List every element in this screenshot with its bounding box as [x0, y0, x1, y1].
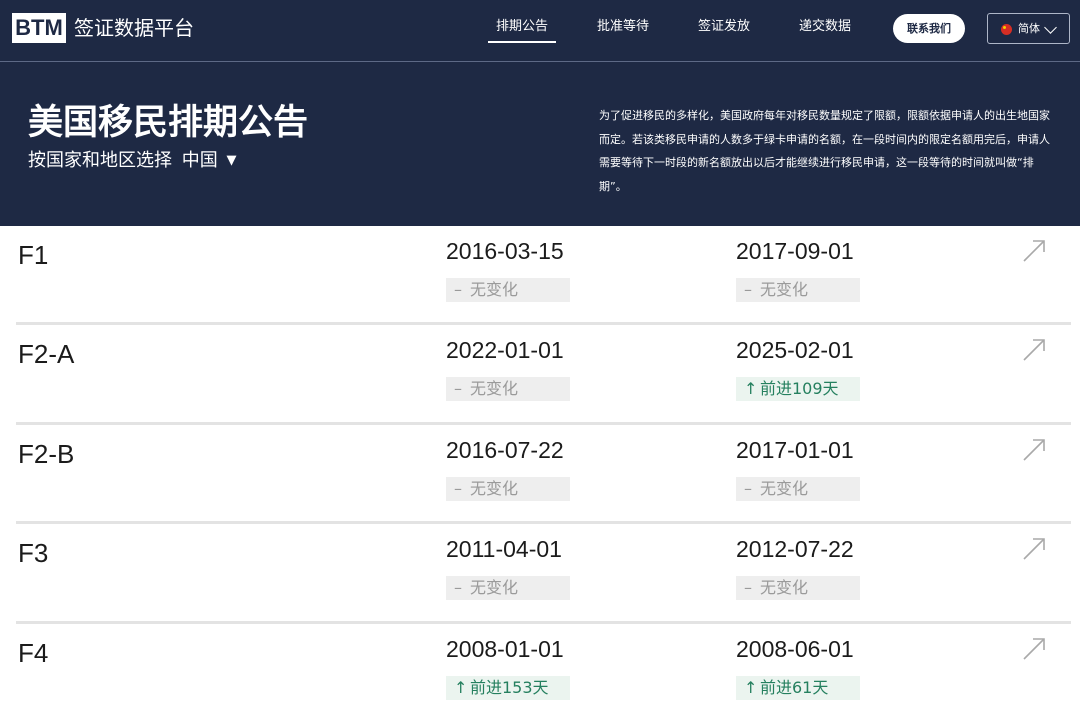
change-label: 无变化: [470, 478, 519, 498]
region-prompt: 按国家和地区选择: [28, 150, 172, 171]
final-action-change-badge: – 无变化: [446, 278, 570, 302]
arrow-up-right-icon[interactable]: [1020, 237, 1048, 265]
final-action-change-badge: – 无变化: [446, 377, 570, 402]
change-label: 前进61天: [760, 677, 829, 697]
region-value[interactable]: 中国: [182, 150, 218, 171]
chevron-down-icon: [1044, 21, 1057, 34]
change-label: 无变化: [470, 578, 519, 598]
change-label: 无变化: [760, 578, 809, 598]
arrow-up-right-icon[interactable]: [1020, 336, 1048, 364]
contact-us-button[interactable]: 联系我们: [893, 14, 965, 43]
table-row[interactable]: F1 2016-03-15– 无变化 2017-09-01– 无变化: [0, 226, 1080, 326]
arrow-up-right-icon[interactable]: [1020, 535, 1048, 563]
final-action-change-badge: – 无变化: [446, 576, 570, 601]
nav-item-schedule[interactable]: 排期公告: [488, 17, 557, 43]
filing-date: 2017-09-01: [736, 238, 854, 264]
final-action-date: 2011-04-01: [446, 536, 562, 563]
filing-change-badge: – 无变化: [736, 278, 860, 302]
page-header: BTM 签证数据平台 排期公告 批准等待 签证发放 递交数据 联系我们 简体 美…: [0, 0, 1080, 226]
change-label: 无变化: [760, 280, 809, 299]
page-title: 美国移民排期公告: [28, 103, 309, 143]
filing-date: 2017-01-01: [736, 436, 854, 463]
dash-icon: –: [454, 379, 462, 399]
filing-change-badge: – 无变化: [736, 476, 860, 501]
nav-item-visa-issuance[interactable]: 签证发放: [698, 17, 750, 37]
table-row[interactable]: F2-A 2022-01-01 – 无变化 2025-02-01 ↑ 前进109天: [0, 325, 1080, 425]
btm-logo[interactable]: BTM: [12, 13, 66, 43]
top-navbar: BTM 签证数据平台 排期公告 批准等待 签证发放 递交数据 联系我们 简体: [0, 0, 1080, 62]
category-label: F1: [18, 240, 49, 270]
dash-icon: –: [744, 578, 752, 598]
change-label: 无变化: [470, 379, 519, 399]
filing-change-badge: ↑ 前进61天: [736, 675, 860, 700]
filing-change-badge: – 无变化: [736, 576, 860, 601]
schedule-description: 为了促进移民的多样化，美国政府每年对移民数量规定了限额，限额依据申请人的出生地国…: [599, 109, 1050, 193]
arrow-up-right-icon[interactable]: [1020, 436, 1048, 464]
filing-date: 2008-06-01: [736, 635, 854, 662]
language-select[interactable]: 简体: [987, 13, 1070, 44]
china-flag-icon: [1001, 24, 1012, 35]
change-label: 前进153天: [470, 677, 549, 697]
change-label: 无变化: [760, 478, 809, 498]
arrow-up-right-icon[interactable]: [1020, 635, 1048, 663]
final-action-change-badge: – 无变化: [446, 476, 570, 501]
category-label: F3: [18, 538, 49, 569]
category-label: F4: [18, 637, 49, 668]
arrow-up-icon: ↑: [744, 677, 758, 697]
brand-name[interactable]: 签证数据平台: [74, 13, 194, 43]
arrow-up-icon: ↑: [744, 379, 758, 399]
dash-icon: –: [454, 578, 462, 598]
category-label: F2-B: [18, 438, 75, 469]
filing-change-badge: ↑ 前进109天: [736, 377, 860, 402]
dash-icon: –: [744, 280, 752, 299]
category-label: F2-A: [18, 339, 75, 370]
final-action-date: 2022-01-01: [446, 337, 564, 364]
table-row[interactable]: F2-B 2016-07-22– 无变化 2017-01-01– 无变化: [0, 425, 1080, 525]
filing-date: 2025-02-01: [736, 337, 854, 364]
final-action-date: 2016-03-15: [446, 238, 564, 264]
dash-icon: –: [454, 478, 462, 498]
dash-icon: –: [454, 280, 462, 299]
dash-icon: –: [744, 478, 752, 498]
table-row[interactable]: F4 2008-01-01 ↑ 前进153天 2008-06-01 ↑ 前进61天: [0, 624, 1080, 711]
arrow-up-icon: ↑: [454, 677, 468, 697]
region-selector[interactable]: 按国家和地区选择 中国 ▼: [28, 147, 236, 177]
change-label: 前进109天: [760, 379, 839, 399]
final-action-change-badge: ↑ 前进153天: [446, 675, 570, 700]
filing-date: 2012-07-22: [736, 536, 854, 563]
final-action-date: 2016-07-22: [446, 436, 564, 463]
nav-item-submission-data[interactable]: 递交数据: [799, 17, 851, 37]
nav-item-approval-wait[interactable]: 批准等待: [597, 17, 649, 37]
caret-down-icon[interactable]: ▼: [226, 153, 236, 168]
language-label: 简体: [1018, 22, 1040, 35]
change-label: 无变化: [470, 280, 519, 299]
table-row[interactable]: F3 2011-04-01– 无变化 2012-07-22– 无变化: [0, 524, 1080, 624]
final-action-date: 2008-01-01: [446, 635, 564, 662]
